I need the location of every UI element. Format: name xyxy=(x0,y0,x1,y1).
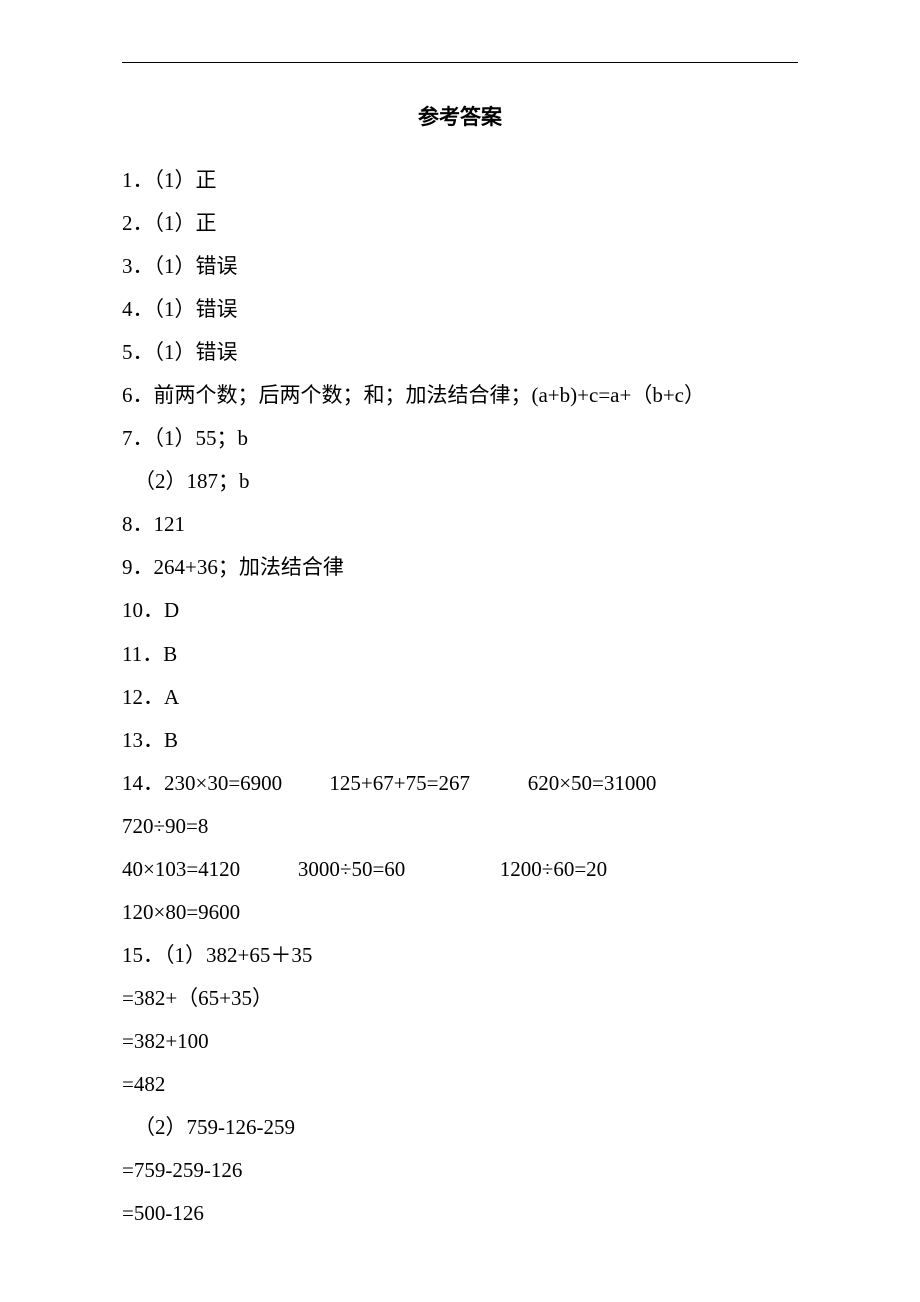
answer-content: 1．（1）正2．（1）正3．（1）错误4．（1）错误5．（1）错误6．前两个数；… xyxy=(122,159,798,1235)
answer-line: （2）187；b xyxy=(122,460,798,503)
answer-line: 3．（1）错误 xyxy=(122,245,798,288)
answer-line: =500-126 xyxy=(122,1192,798,1235)
answer-line: 2．（1）正 xyxy=(122,202,798,245)
top-rule xyxy=(122,62,798,63)
answer-line: 8．121 xyxy=(122,503,798,546)
answer-line: 720÷90=8 xyxy=(122,805,798,848)
answer-line: 1．（1）正 xyxy=(122,159,798,202)
answer-line: 10．D xyxy=(122,589,798,632)
answer-line: 120×80=9600 xyxy=(122,891,798,934)
answer-line: 12．A xyxy=(122,676,798,719)
answer-line: 4．（1）错误 xyxy=(122,288,798,331)
page-container: 参考答案 1．（1）正2．（1）正3．（1）错误4．（1）错误5．（1）错误6．… xyxy=(0,0,920,1235)
answer-line: 15．（1）382+65＋35 xyxy=(122,934,798,977)
answer-line: 13．B xyxy=(122,719,798,762)
answer-line: 11．B xyxy=(122,633,798,676)
answer-line: =482 xyxy=(122,1063,798,1106)
answer-line: =382+（65+35） xyxy=(122,977,798,1020)
answer-line: 14．230×30=6900 125+67+75=267 620×50=3100… xyxy=(122,762,798,805)
answer-line: =382+100 xyxy=(122,1020,798,1063)
answer-line: 40×103=4120 3000÷50=60 1200÷60=20 xyxy=(122,848,798,891)
answer-line: 6．前两个数；后两个数；和；加法结合律；(a+b)+c=a+（b+c） xyxy=(122,374,798,417)
document-title: 参考答案 xyxy=(122,101,798,131)
answer-line: 9．264+36；加法结合律 xyxy=(122,546,798,589)
answer-line: 5．（1）错误 xyxy=(122,331,798,374)
answer-line: =759-259-126 xyxy=(122,1149,798,1192)
answer-line: （2）759-126-259 xyxy=(122,1106,798,1149)
answer-line: 7．（1）55；b xyxy=(122,417,798,460)
